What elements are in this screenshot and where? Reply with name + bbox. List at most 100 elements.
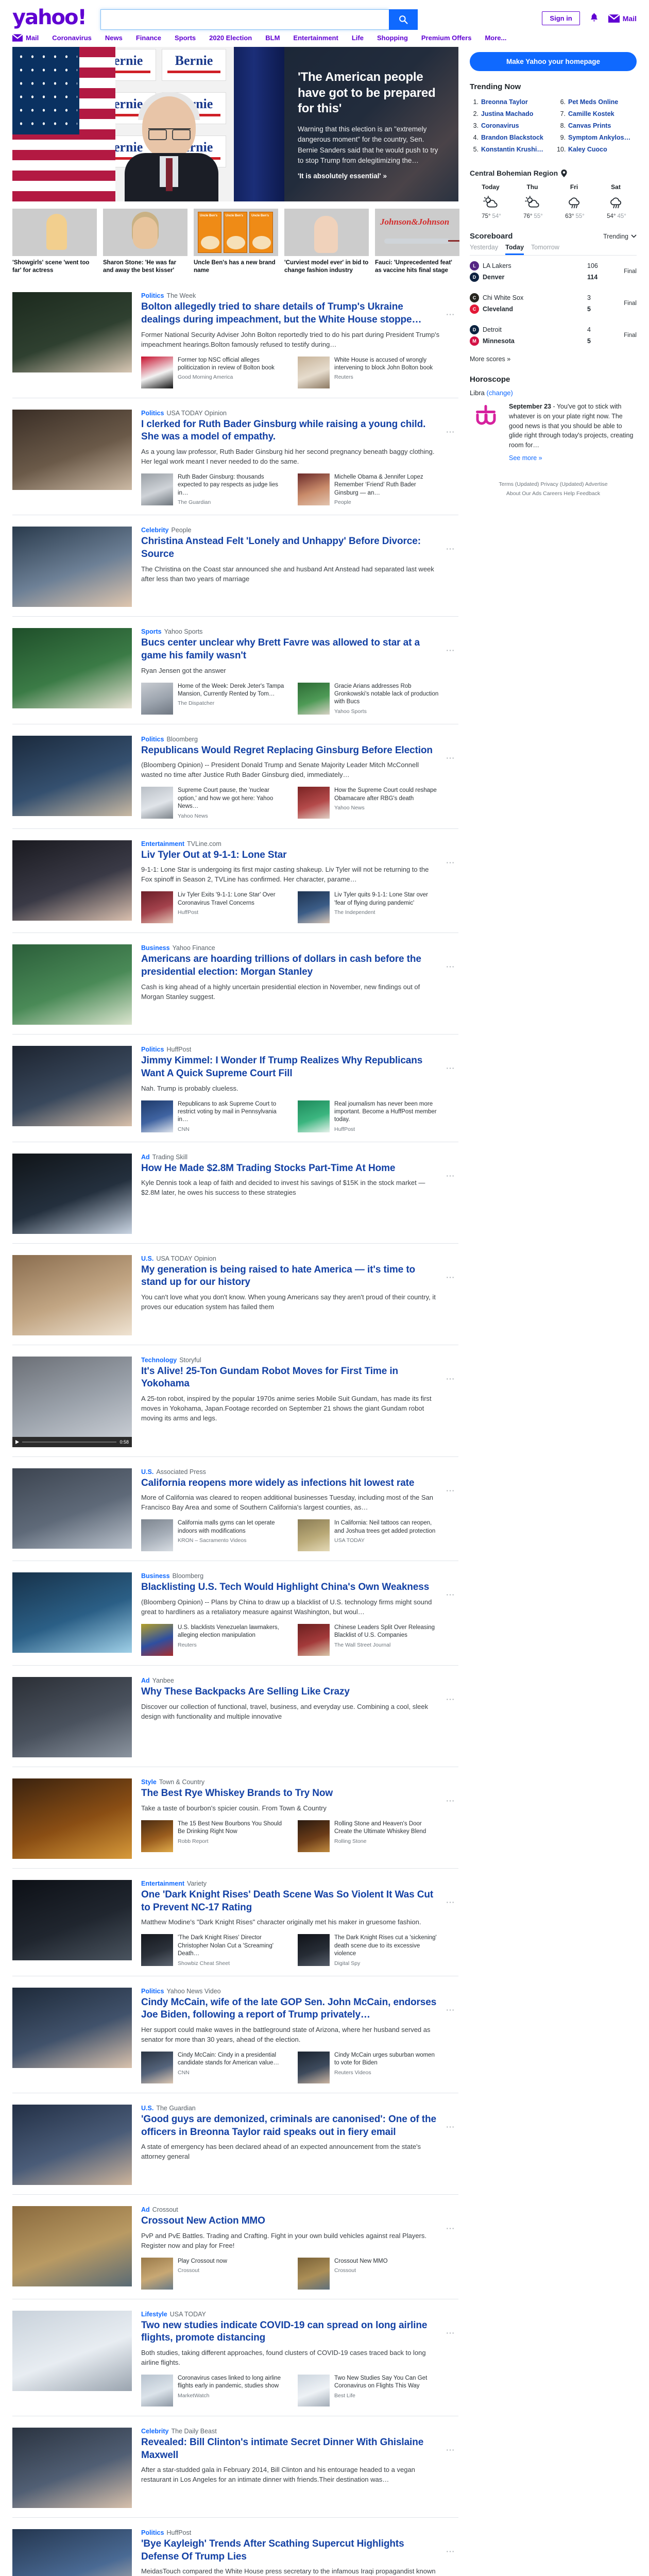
related-story[interactable]: White House is accused of wrongly interv… (298, 356, 441, 388)
story-image-wrap[interactable] (12, 2104, 132, 2185)
story-options-icon[interactable]: ⋯ (446, 1273, 456, 1283)
story-category[interactable]: Ad (141, 2206, 150, 2213)
story-title[interactable]: California reopens more widely as infect… (141, 1477, 441, 1490)
legal-link[interactable]: Privacy (Updated) (540, 481, 584, 487)
scoreboard-game[interactable]: L LA Lakers 106 D Denver 114 Final (470, 256, 637, 287)
story-title[interactable]: Blacklisting U.S. Tech Would Highlight C… (141, 1581, 441, 1594)
story-image-wrap[interactable] (12, 2206, 132, 2290)
horoscope-see-more-link[interactable]: See more » (509, 454, 542, 462)
story-options-icon[interactable]: ⋯ (446, 1590, 456, 1600)
story-title[interactable]: Bucs center unclear why Brett Favre was … (141, 637, 441, 662)
related-story[interactable]: California malls gyms can let operate in… (141, 1519, 284, 1552)
story-card[interactable]: Entertainment Variety One 'Dark Knight Ri… (12, 1868, 458, 1976)
story-image-wrap[interactable]: 0:58 (12, 1356, 132, 1447)
trending-item[interactable]: 4. Brandon Blackstock (470, 132, 550, 144)
trending-item[interactable]: 3. Coronavirus (470, 120, 550, 132)
story-category[interactable]: U.S. (141, 1468, 153, 1476)
hero-headline[interactable]: 'The American people have got to be prep… (298, 70, 441, 117)
legal-link[interactable]: Help (563, 490, 575, 497)
story-card[interactable]: U.S. The Guardian 'Good guys are demonize… (12, 2092, 458, 2194)
story-category[interactable]: Lifestyle (141, 2311, 167, 2318)
yahoo-logo[interactable]: yahoo! (12, 7, 87, 28)
related-story[interactable]: Rolling Stone and Heaven's Door Create t… (298, 1820, 441, 1852)
horoscope-change-link[interactable]: (change) (487, 389, 513, 397)
nav-item-news[interactable]: News (105, 34, 123, 42)
related-story[interactable]: Liv Tyler Exits '9-1-1: Lone Star' Over … (141, 891, 284, 924)
story-title[interactable]: The Best Rye Whiskey Brands to Try Now (141, 1787, 441, 1800)
story-card[interactable]: Celebrity The Daily Beast Revealed: Bill … (12, 2415, 458, 2517)
trending-item[interactable]: 7. Camille Kostek (557, 108, 637, 120)
related-story[interactable]: In California: Neil tattoos can reopen, … (298, 1519, 441, 1552)
make-homepage-button[interactable]: Make Yahoo your homepage (470, 52, 637, 71)
story-title[interactable]: Jimmy Kimmel: I Wonder If Trump Realizes… (141, 1055, 441, 1080)
related-story[interactable]: Former top NSC official alleges politici… (141, 356, 284, 388)
story-card[interactable]: Business Bloomberg Blacklisting U.S. Tech… (12, 1561, 458, 1665)
story-options-icon[interactable]: ⋯ (446, 2328, 456, 2338)
story-category[interactable]: Entertainment (141, 1880, 184, 1887)
story-title[interactable]: I clerked for Ruth Bader Ginsburg while … (141, 418, 441, 444)
related-story[interactable]: Two New Studies Say You Can Get Coronavi… (298, 2374, 441, 2406)
story-options-icon[interactable]: ⋯ (446, 1694, 456, 1705)
story-options-icon[interactable]: ⋯ (446, 1486, 456, 1496)
related-story[interactable]: Home of the Week: Derek Jeter's Tampa Ma… (141, 682, 284, 715)
story-card[interactable]: Ad Crossout Crossout New Action MMO PvP a… (12, 2194, 458, 2299)
story-category[interactable]: U.S. (141, 2105, 153, 2112)
weather-widget[interactable]: Central Bohemian Region Today 75° 54° Thu … (470, 169, 637, 219)
hero-thumb-0[interactable]: 'Showgirls' scene 'went too far' for act… (12, 209, 97, 275)
scoreboard-tab-tomorrow[interactable]: Tomorrow (531, 244, 559, 255)
related-story[interactable]: The 15 Best New Bourbons You Should Be D… (141, 1820, 284, 1852)
mail-link[interactable]: Mail (608, 14, 637, 23)
story-card[interactable]: Sports Yahoo Sports Bucs center unclear w… (12, 616, 458, 724)
story-options-icon[interactable]: ⋯ (446, 2122, 456, 2132)
story-image-wrap[interactable] (12, 1677, 132, 1758)
trending-item[interactable]: 8. Canvas Prints (557, 120, 637, 132)
legal-link[interactable]: Terms (Updated) (499, 481, 539, 487)
story-title[interactable]: Revealed: Bill Clinton's intimate Secret… (141, 2436, 441, 2462)
story-category[interactable]: Politics (141, 292, 164, 299)
nav-item-coronavirus[interactable]: Coronavirus (52, 34, 92, 42)
story-title[interactable]: Cindy McCain, wife of the late GOP Sen. … (141, 1996, 441, 2022)
story-category[interactable]: Celebrity (141, 527, 169, 534)
story-options-icon[interactable]: ⋯ (446, 2005, 456, 2015)
story-image-wrap[interactable] (12, 2427, 132, 2508)
legal-link[interactable]: Careers (543, 490, 562, 497)
story-image-wrap[interactable] (12, 1046, 132, 1132)
related-story[interactable]: Gracie Arians addresses Rob Gronkowski's… (298, 682, 441, 715)
story-title[interactable]: Christina Anstead Felt 'Lonely and Unhap… (141, 535, 441, 561)
related-story[interactable]: 'The Dark Knight Rises' Director Christo… (141, 1934, 284, 1967)
story-options-icon[interactable]: ⋯ (446, 1796, 456, 1806)
nav-item-entertainment[interactable]: Entertainment (293, 34, 338, 42)
story-card[interactable]: Politics USA TODAY Opinion I clerked for … (12, 397, 458, 515)
story-title[interactable]: Why These Backpacks Are Selling Like Cra… (141, 1686, 441, 1699)
story-options-icon[interactable]: ⋯ (446, 310, 456, 320)
related-story[interactable]: Real journalism has never been more impo… (298, 1100, 441, 1132)
story-card[interactable]: U.S. USA TODAY Opinion My generation is b… (12, 1243, 458, 1345)
search-button[interactable] (388, 9, 418, 30)
scoreboard-tab-yesterday[interactable]: Yesterday (470, 244, 498, 255)
hero-link[interactable]: 'It is absolutely essential' » (298, 172, 441, 180)
video-player-controls[interactable]: 0:58 (12, 1436, 132, 1447)
story-options-icon[interactable]: ⋯ (446, 962, 456, 972)
related-story[interactable]: Liv Tyler quits 9-1-1: Lone Star over 'f… (298, 891, 441, 924)
story-card[interactable]: Politics Yahoo News Video Cindy McCain, w… (12, 1975, 458, 2093)
trending-item[interactable]: 2. Justina Machado (470, 108, 550, 120)
story-image-wrap[interactable] (12, 527, 132, 607)
story-category[interactable]: Ad (141, 1677, 150, 1684)
related-story[interactable]: Republicans to ask Supreme Court to rest… (141, 1100, 284, 1132)
story-title[interactable]: Liv Tyler Out at 9-1-1: Lone Star (141, 849, 441, 862)
nav-item-finance[interactable]: Finance (136, 34, 161, 42)
story-image-wrap[interactable] (12, 840, 132, 924)
story-title[interactable]: It's Alive! 25-Ton Gundam Robot Moves fo… (141, 1365, 441, 1391)
related-story[interactable]: Chinese Leaders Split Over Releasing Bla… (298, 1624, 441, 1656)
story-title[interactable]: How He Made $2.8M Trading Stocks Part-Ti… (141, 1162, 441, 1175)
story-title[interactable]: Two new studies indicate COVID-19 can sp… (141, 2319, 441, 2345)
scoreboard-game[interactable]: C Chi White Sox 3 C Cleveland 5 Final (470, 287, 637, 319)
story-options-icon[interactable]: ⋯ (446, 1897, 456, 1908)
story-category[interactable]: Politics (141, 2529, 164, 2536)
related-story[interactable]: How the Supreme Court could reshape Obam… (298, 787, 441, 819)
story-category[interactable]: U.S. (141, 1255, 153, 1262)
story-image-wrap[interactable] (12, 292, 132, 388)
story-title[interactable]: 'Good guys are demonized, criminals are … (141, 2113, 441, 2139)
story-image-wrap[interactable] (12, 1987, 132, 2083)
story-card[interactable]: Politics Bloomberg Republicans Would Regr… (12, 723, 458, 828)
